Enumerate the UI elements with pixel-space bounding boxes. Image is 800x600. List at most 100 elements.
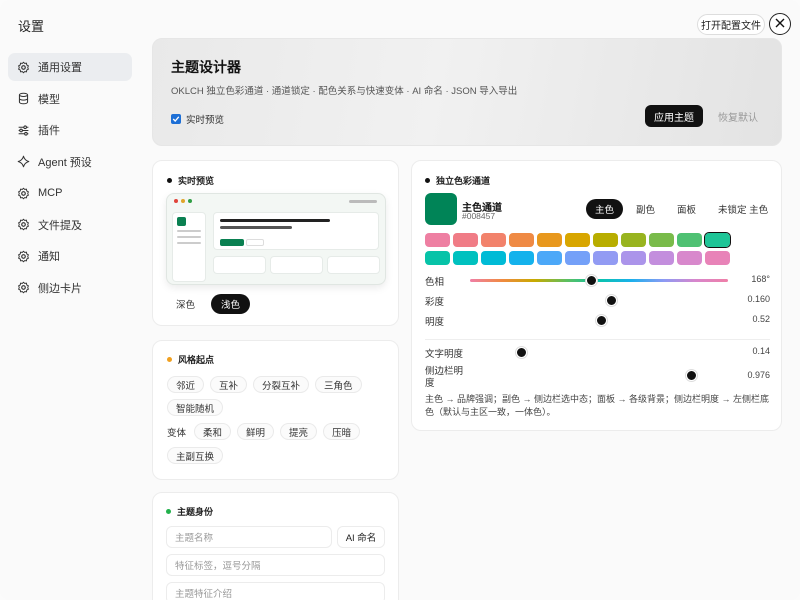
palette-swatch[interactable]	[453, 251, 478, 265]
palette-swatch[interactable]	[677, 251, 702, 265]
chip-analogous[interactable]: 邻近	[167, 376, 205, 393]
card-title: 主题身份	[166, 505, 385, 518]
chip-vivid[interactable]: 鲜明	[237, 423, 275, 440]
swap-primary-secondary-button[interactable]: 主副互换	[167, 447, 224, 464]
mock-menu	[349, 200, 377, 203]
palette-swatch[interactable]	[425, 251, 450, 265]
apply-theme-button[interactable]: 应用主题	[645, 105, 703, 127]
sidebar-lightness-slider[interactable]: 侧边栏明度 0.976	[425, 364, 770, 390]
tab-secondary[interactable]: 副色	[627, 199, 664, 219]
chip-triadic[interactable]: 三角色	[315, 376, 362, 393]
chip-split-complementary[interactable]: 分裂互补	[253, 376, 310, 393]
sidebar-item-side-cards[interactable]: 侧边卡片	[8, 274, 132, 302]
palette-swatch[interactable]	[649, 233, 674, 247]
palette-swatch[interactable]	[705, 251, 730, 265]
theme-identity-card: 主题身份 主题名称 AI 命名 特征标签，逗号分隔 主题特征介绍	[152, 492, 399, 600]
sidebar-lightness-value: 0.976	[747, 370, 770, 380]
palette-swatch[interactable]	[509, 233, 534, 247]
palette-swatch[interactable]	[621, 233, 646, 247]
mock-dot	[188, 199, 192, 203]
theme-name-input[interactable]: 主题名称	[166, 526, 332, 548]
palette-swatch[interactable]	[649, 251, 674, 265]
checkbox[interactable]	[171, 114, 181, 124]
tab-primary[interactable]: 主色	[586, 199, 624, 219]
palette-swatch[interactable]	[565, 251, 590, 265]
color-channel-card: 独立色彩通道 主色通道 #008457 主色 副色 面板 未锁定 主色 色相 1…	[411, 160, 782, 431]
mock-sidebar	[172, 212, 206, 282]
theme-preview-mockup	[166, 193, 386, 285]
live-preview-toggle[interactable]: 实时预览	[171, 112, 224, 126]
close-button[interactable]	[769, 13, 791, 35]
palette-swatch[interactable]	[565, 233, 590, 247]
palette-swatch[interactable]	[537, 251, 562, 265]
sidebar-lightness-label: 侧边栏明度	[425, 366, 464, 389]
sidebar-item-general[interactable]: 通用设置	[8, 53, 132, 81]
sidebar-item-label: 通知	[38, 251, 60, 263]
bullet-dot	[167, 178, 172, 183]
mock-tiles	[213, 256, 380, 274]
palette-swatch[interactable]	[621, 251, 646, 265]
sidebar-item-label: 插件	[38, 125, 60, 137]
bullet-dot	[425, 178, 430, 183]
palette-swatch[interactable]	[481, 233, 506, 247]
description-input[interactable]: 主题特征介绍	[166, 582, 385, 600]
chroma-value: 0.160	[747, 294, 770, 304]
palette-swatch[interactable]	[481, 251, 506, 265]
lightness-knob[interactable]	[596, 314, 608, 326]
hue-slider[interactable]: 色相 168°	[425, 272, 770, 288]
chroma-knob[interactable]	[606, 294, 618, 306]
sidebar-item-file-mentions[interactable]: 文件提及	[8, 211, 132, 239]
page-title: 主题设计器	[171, 59, 241, 75]
gear-icon	[17, 281, 30, 294]
sidebar-item-models[interactable]: 模型	[8, 85, 132, 113]
mock-dot	[181, 199, 185, 203]
page-subtitle: OKLCH 独立色彩通道 · 通道锁定 · 配色关系与快速变体 · AI 命名 …	[171, 86, 518, 97]
text-lightness-value: 0.14	[752, 346, 770, 356]
hue-knob[interactable]	[585, 274, 597, 286]
tab-unlocked-primary[interactable]: 未锁定 主色	[709, 199, 777, 219]
variant-row: 变体 柔和 鲜明 提亮 压暗	[167, 423, 384, 440]
palette-swatch[interactable]	[425, 233, 450, 247]
chip-brighten[interactable]: 提亮	[280, 423, 318, 440]
tags-input[interactable]: 特征标签，逗号分隔	[166, 554, 385, 576]
palette-row	[425, 251, 730, 265]
mock-dot	[174, 199, 178, 203]
chroma-label: 彩度	[425, 297, 445, 308]
palette-swatch[interactable]	[677, 233, 702, 247]
text-lightness-knob[interactable]	[516, 346, 528, 358]
palette-swatch[interactable]	[453, 233, 478, 247]
text-lightness-label: 文字明度	[425, 349, 464, 360]
chip-complementary[interactable]: 互补	[210, 376, 248, 393]
sidebar-item-mcp[interactable]: MCP	[8, 179, 132, 207]
palette-swatch[interactable]	[593, 233, 618, 247]
card-title: 独立色彩通道	[425, 174, 768, 187]
ai-name-button[interactable]: AI 命名	[337, 526, 385, 548]
chip-smart-random[interactable]: 智能随机	[167, 399, 224, 416]
sidebar-item-agent-presets[interactable]: Agent 预设	[8, 148, 132, 176]
divider	[425, 339, 770, 340]
sidebar-item-plugins[interactable]: 插件	[8, 116, 132, 144]
sidebar-item-notifications[interactable]: 通知	[8, 242, 132, 270]
gear-icon	[17, 61, 30, 74]
palette-row	[425, 232, 731, 248]
lightness-slider[interactable]: 明度 0.52	[425, 312, 770, 328]
tab-panel[interactable]: 面板	[668, 199, 705, 219]
dark-mode-button[interactable]: 深色	[166, 294, 206, 314]
light-mode-button[interactable]: 浅色	[211, 294, 251, 314]
sidebar-lightness-knob[interactable]	[686, 370, 698, 381]
harmony-chips: 邻近 互补 分裂互补 三角色 智能随机	[167, 376, 384, 416]
palette-swatch[interactable]	[593, 251, 618, 265]
chip-soft[interactable]: 柔和	[194, 423, 232, 440]
chroma-slider[interactable]: 彩度 0.160	[425, 292, 770, 308]
sidebar: 设置 通用设置 模型 插件 Agent 预设 MCP 文件提及 通知 侧边卡片	[0, 0, 140, 600]
primary-color-swatch[interactable]	[425, 193, 457, 225]
hue-track[interactable]	[470, 279, 728, 282]
palette-swatch[interactable]	[509, 251, 534, 265]
chip-darken[interactable]: 压暗	[323, 423, 361, 440]
sidebar-item-label: 文件提及	[38, 219, 82, 232]
palette-swatch[interactable]	[537, 233, 562, 247]
reset-default-button[interactable]: 恢复默认	[711, 105, 765, 127]
open-config-button[interactable]: 打开配置文件	[697, 14, 765, 35]
palette-swatch[interactable]	[704, 232, 731, 248]
text-lightness-slider[interactable]: 文字明度 0.14	[425, 344, 770, 360]
